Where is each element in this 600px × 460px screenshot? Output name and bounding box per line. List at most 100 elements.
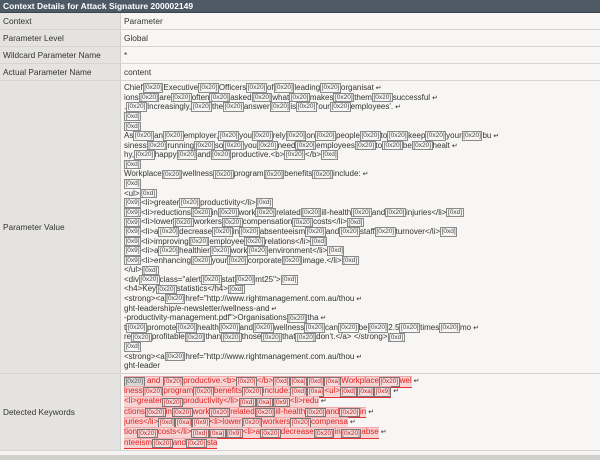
hex-char-token: [0x20]: [340, 428, 362, 438]
text-segment: As: [124, 130, 134, 140]
hex-char-token: [0x20]: [210, 150, 232, 160]
hex-char-token: [0x20]: [252, 131, 273, 141]
text-segment: productive.<b>: [183, 375, 237, 385]
text-segment: lness: [124, 386, 143, 396]
line-text: -productivity-management.pdf">Organisati…: [124, 313, 319, 323]
text-segment: hy,: [124, 150, 135, 160]
text-segment: to: [380, 130, 388, 140]
row-value: Parameter: [120, 13, 600, 30]
line-wrap-arrow-icon: ↵: [362, 171, 369, 179]
text-segment: Workplace: [124, 169, 162, 179]
hex-char-token: [0xa]: [307, 387, 325, 397]
hex-char-token: [0x20]: [359, 131, 381, 141]
hex-char-token: [0x20]: [234, 275, 256, 285]
hex-char-token: [0x20]: [305, 408, 326, 418]
text-segment: promote: [146, 322, 177, 332]
hex-char-token: [0x20]: [241, 418, 263, 428]
line-text: [0x9] <li>reductions [0x20] in [0x20] work [0x…: [124, 207, 464, 218]
text-segment: workers: [193, 217, 222, 227]
text-line: re [0x20] profitable [0x20] than [0x20] those[…: [124, 332, 597, 343]
text-segment: decrease: [179, 226, 213, 236]
line-text: ght-leadership/e-newsletter/wellness-and: [124, 304, 269, 313]
hex-char-token: [0x20]: [138, 275, 160, 285]
line-text: <li>greater [0x20] productivity</li> [0xd][…: [124, 396, 319, 408]
hex-char-token: [0x20]: [227, 255, 248, 266]
hex-char-token: [0xd]: [227, 284, 245, 295]
hex-char-token: [0xa]: [175, 418, 193, 428]
text-segment: productive.<b>: [231, 150, 285, 160]
text-segment: 2.5: [388, 322, 400, 332]
text-segment: on: [306, 130, 316, 140]
hex-char-token: [0x20]: [255, 208, 277, 218]
text-segment: and: [325, 406, 340, 416]
text-line: <strong><a [0x20] href="http://www.rightma…: [124, 352, 597, 362]
text-segment: productivity</li>: [200, 198, 256, 208]
text-segment: </b>: [256, 375, 273, 385]
text-segment: you: [239, 130, 252, 140]
text-segment: employees: [316, 140, 355, 150]
row-wildcard-parameter-name: Wildcard Parameter Name *: [0, 46, 600, 64]
text-segment: your: [211, 255, 228, 265]
text-segment: those: [241, 332, 262, 342]
hex-char-token: [0xa]: [255, 397, 273, 408]
parameter-value-lines: Chief [0x20] Executive [0x20] Officers [0x20]…: [124, 81, 597, 373]
text-segment: related: [230, 406, 255, 416]
hex-char-token: [0xd]: [290, 387, 308, 397]
text-line: siness [0x20] running [0x20] so [0x20] you [0x2…: [124, 141, 597, 151]
hex-char-token: [0x20]: [191, 102, 212, 112]
text-segment: juries</li>: [124, 417, 159, 426]
text-segment: workers: [262, 417, 291, 426]
hex-char-token: [0x20]: [162, 131, 184, 141]
hex-char-token: [0x20]: [126, 323, 147, 333]
hex-char-token: [0x20]: [212, 227, 233, 237]
hex-char-token: [0x20]: [246, 83, 267, 93]
hex-char-token: [0x20]: [300, 208, 322, 218]
line-text: [0x9] <li>lower [0x20] workers [0x20] compens…: [124, 217, 364, 227]
text-segment: rely: [272, 130, 286, 140]
hex-char-token: [0xd]: [272, 377, 290, 387]
detected-keywords-lines: [0x20] and [0x20] productive.<b> [0x20] </b…: [124, 374, 597, 450]
hex-char-token: [0xd]: [191, 428, 209, 438]
hex-char-token: [0xa]: [324, 377, 342, 387]
text-segment: your: [446, 130, 462, 140]
line-text: re [0x20] profitable [0x20] than [0x20] those[…: [124, 332, 405, 343]
line-wrap-arrow-icon: ↵: [393, 388, 400, 396]
text-segment: leading: [294, 83, 321, 92]
text-line: hy, [0x20] happy [0x20] and [0x20] productive.…: [124, 150, 597, 160]
text-segment: be: [358, 322, 368, 332]
line-text: <div [0x20] class="alert [0x20] stat [0x20] mt…: [124, 275, 298, 285]
text-segment: productivity</li>: [182, 396, 239, 406]
hex-char-token: [0x20]: [179, 198, 201, 208]
text-segment: staff: [359, 226, 375, 236]
horizontal-scrollbar[interactable]: [0, 455, 600, 460]
parameter-value-content: Chief [0x20] Executive [0x20] Officers [0x20]…: [120, 80, 600, 374]
text-segment: <li>redu: [289, 396, 319, 406]
hex-char-token: [0x20]: [126, 102, 147, 112]
hex-char-token: [0x20]: [223, 102, 244, 112]
text-segment: and: [172, 437, 187, 447]
hex-char-token: [0x20]: [333, 92, 355, 103]
text-segment: 'our: [316, 102, 330, 112]
hex-char-token: [0x20]: [176, 323, 198, 333]
text-segment: wellness: [182, 169, 214, 179]
text-segment: related: [276, 207, 301, 217]
text-segment: keep: [408, 130, 426, 140]
hex-char-token: [0xd]: [139, 188, 157, 199]
hex-char-token: [0x20]: [193, 387, 214, 397]
hex-char-token: [0x20]: [173, 217, 194, 227]
text-segment: </b>: [305, 150, 322, 160]
hex-char-token: [0xd]: [346, 217, 364, 227]
row-context: Context Parameter: [0, 13, 600, 30]
text-segment: ght-leader: [124, 361, 161, 371]
panel-header: Context Details for Attack Signature 200…: [0, 0, 600, 13]
hex-char-token: [0x20]: [164, 294, 186, 304]
line-text: nteeism [0x20] and [0x20] sta: [124, 437, 217, 449]
hex-char-token: [0x20]: [329, 102, 351, 112]
text-segment: healthier: [179, 246, 210, 256]
text-line: -productivity-management.pdf">Organisati…: [124, 313, 597, 323]
hex-char-token: [0x20]: [156, 284, 177, 295]
hex-char-token: [0x20]: [176, 150, 198, 160]
hex-char-token: [0x20]: [385, 208, 406, 218]
hex-char-token: [0xd]: [124, 160, 142, 170]
hex-char-token: [0x20]: [171, 408, 193, 418]
